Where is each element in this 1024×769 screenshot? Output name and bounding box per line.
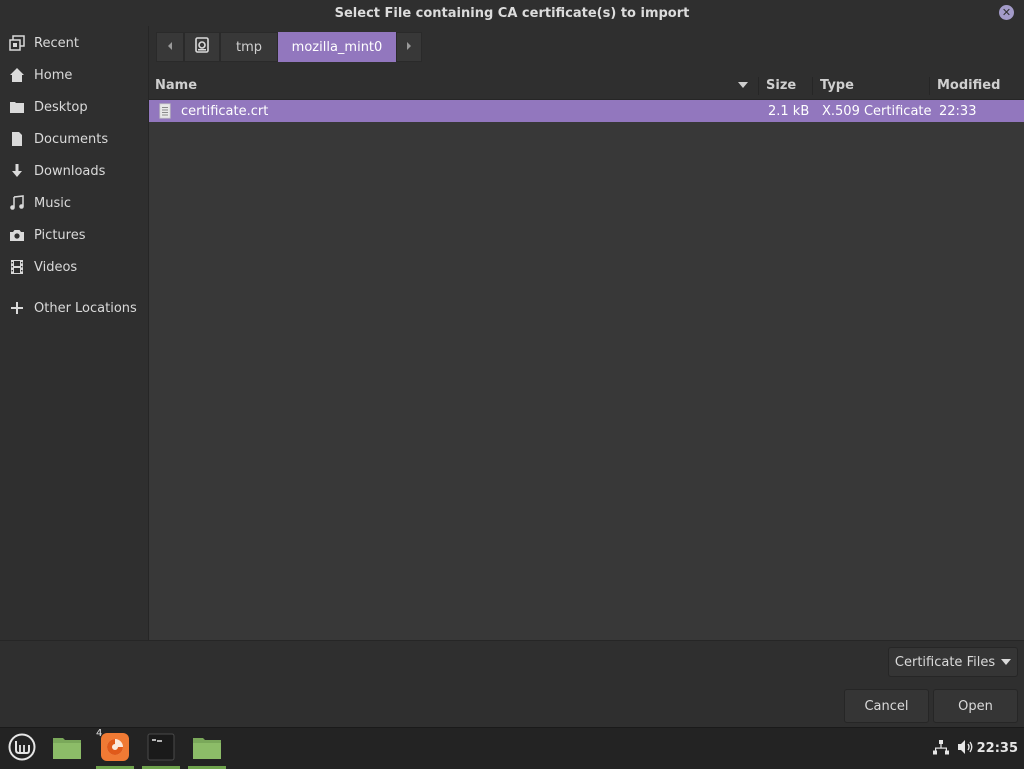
recent-icon: [9, 35, 25, 51]
menu-button[interactable]: [4, 728, 40, 769]
column-header-size[interactable]: Size: [766, 71, 796, 99]
dialog-footer: Certificate Files Cancel Open: [0, 640, 1024, 728]
open-button[interactable]: Open: [933, 689, 1018, 723]
documents-icon: [9, 131, 25, 147]
cancel-button[interactable]: Cancel: [844, 689, 929, 723]
sidebar-item-label: Home: [34, 67, 73, 83]
sidebar-item-videos[interactable]: Videos: [0, 252, 148, 282]
column-header-name[interactable]: Name: [155, 71, 197, 99]
dialog-title: Select File containing CA certificate(s)…: [334, 5, 690, 21]
sidebar-item-label: Documents: [34, 131, 109, 147]
network-tray-button[interactable]: [930, 728, 952, 769]
column-separator: [929, 77, 930, 95]
path-scroll-right-button[interactable]: [396, 32, 422, 62]
taskbar-file-manager[interactable]: [46, 728, 88, 769]
file-list-header: Name Size Type Modified: [149, 71, 1024, 100]
sidebar-item-label: Pictures: [34, 227, 86, 243]
file-filter-dropdown[interactable]: Certificate Files: [888, 647, 1018, 677]
title-bar: Select File containing CA certificate(s)…: [0, 0, 1024, 26]
sidebar-item-label: Other Locations: [34, 300, 137, 316]
drive-icon: [195, 37, 209, 57]
home-icon: [9, 67, 25, 83]
film-icon: [9, 259, 25, 275]
sidebar-item-label: Desktop: [34, 99, 88, 115]
taskbar: 4 22:35: [0, 727, 1024, 769]
file-list[interactable]: Name Size Type Modified certificate.crt …: [149, 71, 1024, 640]
sidebar-item-recent[interactable]: Recent: [0, 28, 148, 58]
path-root-button[interactable]: [184, 32, 220, 62]
chevron-right-icon: [405, 40, 413, 55]
taskbar-terminal[interactable]: [140, 728, 182, 769]
places-sidebar: Recent Home Desktop Documents Downloads …: [0, 26, 149, 640]
firefox-icon: [100, 732, 130, 766]
sidebar-item-label: Videos: [34, 259, 78, 275]
sidebar-item-downloads[interactable]: Downloads: [0, 156, 148, 186]
downloads-icon: [9, 163, 25, 179]
column-header-type[interactable]: Type: [820, 71, 854, 99]
music-icon: [9, 195, 25, 211]
sidebar-item-documents[interactable]: Documents: [0, 124, 148, 154]
taskbar-firefox[interactable]: 4: [94, 728, 136, 769]
close-icon: ✕: [1001, 6, 1012, 19]
sidebar-item-label: Music: [34, 195, 71, 211]
file-name: certificate.crt: [181, 103, 269, 119]
text-file-icon: [159, 100, 171, 122]
sidebar-item-music[interactable]: Music: [0, 188, 148, 218]
sidebar-item-home[interactable]: Home: [0, 60, 148, 90]
file-filter-label: Certificate Files: [894, 654, 996, 670]
column-separator: [812, 77, 813, 95]
desktop-icon: [9, 99, 25, 115]
sidebar-item-other-locations[interactable]: Other Locations: [0, 293, 148, 323]
plus-icon: [9, 300, 25, 316]
column-header-modified[interactable]: Modified: [937, 71, 1000, 99]
path-bar: tmp mozilla_mint0: [156, 32, 422, 62]
path-segment-mozilla-mint0[interactable]: mozilla_mint0: [278, 32, 396, 62]
path-scroll-left-button[interactable]: [156, 32, 184, 62]
sort-descending-icon[interactable]: [738, 71, 748, 99]
folder-icon: [52, 734, 82, 764]
mint-logo-icon: [8, 733, 36, 765]
chevron-left-icon: [166, 40, 174, 55]
file-type: X.509 Certificate: [822, 103, 932, 119]
folder-icon: [192, 734, 222, 764]
sidebar-item-label: Recent: [34, 35, 79, 51]
close-button[interactable]: ✕: [999, 5, 1014, 20]
sidebar-item-pictures[interactable]: Pictures: [0, 220, 148, 250]
taskbar-folder-window[interactable]: [186, 728, 228, 769]
column-separator: [758, 77, 759, 95]
camera-icon: [9, 227, 25, 243]
file-size: 2.1 kB: [768, 103, 810, 119]
network-icon: [933, 739, 949, 759]
volume-tray-button[interactable]: [955, 728, 977, 769]
clock[interactable]: 22:35: [977, 728, 1018, 769]
sidebar-item-desktop[interactable]: Desktop: [0, 92, 148, 122]
terminal-icon: [147, 733, 175, 765]
sidebar-item-label: Downloads: [34, 163, 106, 179]
file-row[interactable]: certificate.crt 2.1 kB X.509 Certificate…: [149, 100, 1024, 122]
path-segment-tmp[interactable]: tmp: [220, 32, 278, 62]
dropdown-arrow-icon: [1001, 659, 1012, 665]
speaker-icon: [957, 739, 975, 759]
firefox-window-count-badge: 4: [96, 728, 103, 739]
file-modified: 22:33: [939, 103, 977, 119]
